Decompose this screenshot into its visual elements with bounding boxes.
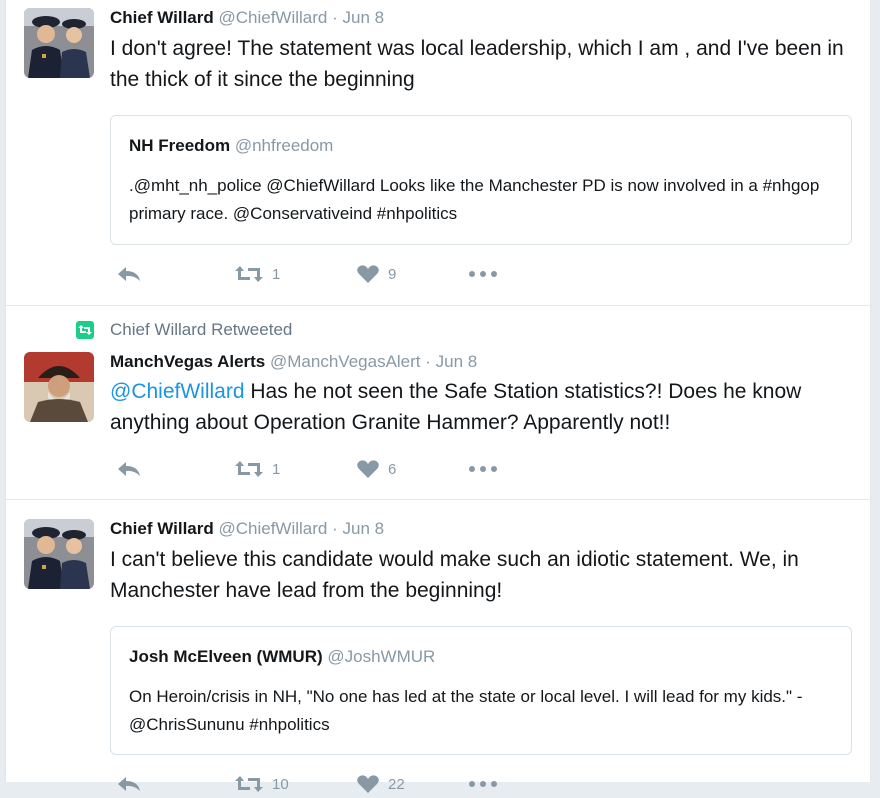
like-button[interactable]: 9 <box>356 260 396 288</box>
retweet-icon <box>235 266 263 282</box>
tweet-text: I can't believe this candidate would mak… <box>110 548 799 602</box>
heart-icon <box>357 460 379 478</box>
more-button[interactable] <box>468 455 498 483</box>
quoted-author-handle: @nhfreedom <box>234 136 334 155</box>
quoted-text: On Heroin/crisis in NH, "No one has led … <box>129 687 803 734</box>
like-count: 9 <box>388 265 397 283</box>
retweet-button[interactable]: 1 <box>234 455 280 483</box>
avatar[interactable] <box>24 8 94 78</box>
quoted-tweet[interactable]: Josh McElveen (WMUR) @JoshWMUR On Heroin… <box>110 626 852 755</box>
heart-icon <box>357 775 379 793</box>
avatar[interactable] <box>24 519 94 589</box>
tweet-actions: 10 22 <box>110 770 530 798</box>
quoted-tweet[interactable]: NH Freedom @nhfreedom .@mht_nh_police @C… <box>110 115 852 245</box>
author-handle[interactable]: @ChiefWillard <box>218 8 327 27</box>
tweet[interactable]: Chief Willard @ChiefWillard · Jun 8 I ca… <box>6 500 870 793</box>
retweet-count: 10 <box>272 775 289 793</box>
tweet-actions: 1 9 <box>110 260 530 288</box>
separator: · <box>332 8 338 27</box>
avatar[interactable] <box>24 352 94 422</box>
tweet-actions: 1 6 <box>110 455 530 483</box>
tweet[interactable]: Chief Willard @ChiefWillard · Jun 8 I do… <box>6 0 870 306</box>
tweet-date[interactable]: Jun 8 <box>343 8 385 27</box>
tweet[interactable]: Chief Willard Retweeted ManchVegas Alert… <box>6 306 870 500</box>
tweet-text: I don't agree! The statement was local l… <box>110 37 844 91</box>
retweet-button[interactable]: 1 <box>234 260 280 288</box>
quoted-author-name: NH Freedom <box>129 136 231 155</box>
retweet-icon <box>235 461 263 477</box>
reply-icon <box>118 462 140 476</box>
tweet-text: @ChiefWillard Has he not seen the Safe S… <box>110 376 850 438</box>
reply-button[interactable] <box>116 455 142 483</box>
reply-button[interactable] <box>116 770 142 798</box>
retweet-count: 1 <box>272 460 281 478</box>
like-button[interactable]: 22 <box>356 770 405 798</box>
author-name[interactable]: Chief Willard <box>110 8 214 27</box>
author-name[interactable]: Chief Willard <box>110 519 214 538</box>
separator: · <box>425 352 431 371</box>
reply-icon <box>118 267 140 281</box>
tweet-header: ManchVegas Alerts @ManchVegasAlert · Jun… <box>110 352 477 372</box>
quoted-header: Josh McElveen (WMUR) @JoshWMUR <box>129 647 435 667</box>
more-dots-icon <box>469 466 497 472</box>
like-count: 22 <box>388 775 405 793</box>
tweet-date[interactable]: Jun 8 <box>436 352 478 371</box>
author-name[interactable]: ManchVegas Alerts <box>110 352 265 371</box>
like-count: 6 <box>388 460 397 478</box>
separator: · <box>332 519 338 538</box>
reply-button[interactable] <box>116 260 142 288</box>
retweet-button[interactable]: 10 <box>234 770 289 798</box>
tweet-header: Chief Willard @ChiefWillard · Jun 8 <box>110 519 384 539</box>
quoted-header: NH Freedom @nhfreedom <box>129 136 333 156</box>
heart-icon <box>357 265 379 283</box>
more-dots-icon <box>469 781 497 787</box>
retweet-count: 1 <box>272 265 281 283</box>
like-button[interactable]: 6 <box>356 455 396 483</box>
quoted-author-name: Josh McElveen (WMUR) <box>129 647 323 666</box>
more-button[interactable] <box>468 770 498 798</box>
more-button[interactable] <box>468 260 498 288</box>
author-handle[interactable]: @ChiefWillard <box>218 519 327 538</box>
timeline: Chief Willard @ChiefWillard · Jun 8 I do… <box>5 0 871 793</box>
quoted-author-handle: @JoshWMUR <box>327 647 436 666</box>
reply-icon <box>118 777 140 791</box>
more-dots-icon <box>469 271 497 277</box>
tweet-date[interactable]: Jun 8 <box>343 519 385 538</box>
retweet-icon <box>235 776 263 792</box>
tweet-header: Chief Willard @ChiefWillard · Jun 8 <box>110 8 384 28</box>
mention-link[interactable]: @ChiefWillard <box>110 380 245 403</box>
retweeted-by-label[interactable]: Chief Willard Retweeted <box>110 320 292 340</box>
author-handle[interactable]: @ManchVegasAlert <box>270 352 421 371</box>
quoted-text: .@mht_nh_police @ChiefWillard Looks like… <box>129 176 820 223</box>
retweeted-icon <box>76 321 94 339</box>
